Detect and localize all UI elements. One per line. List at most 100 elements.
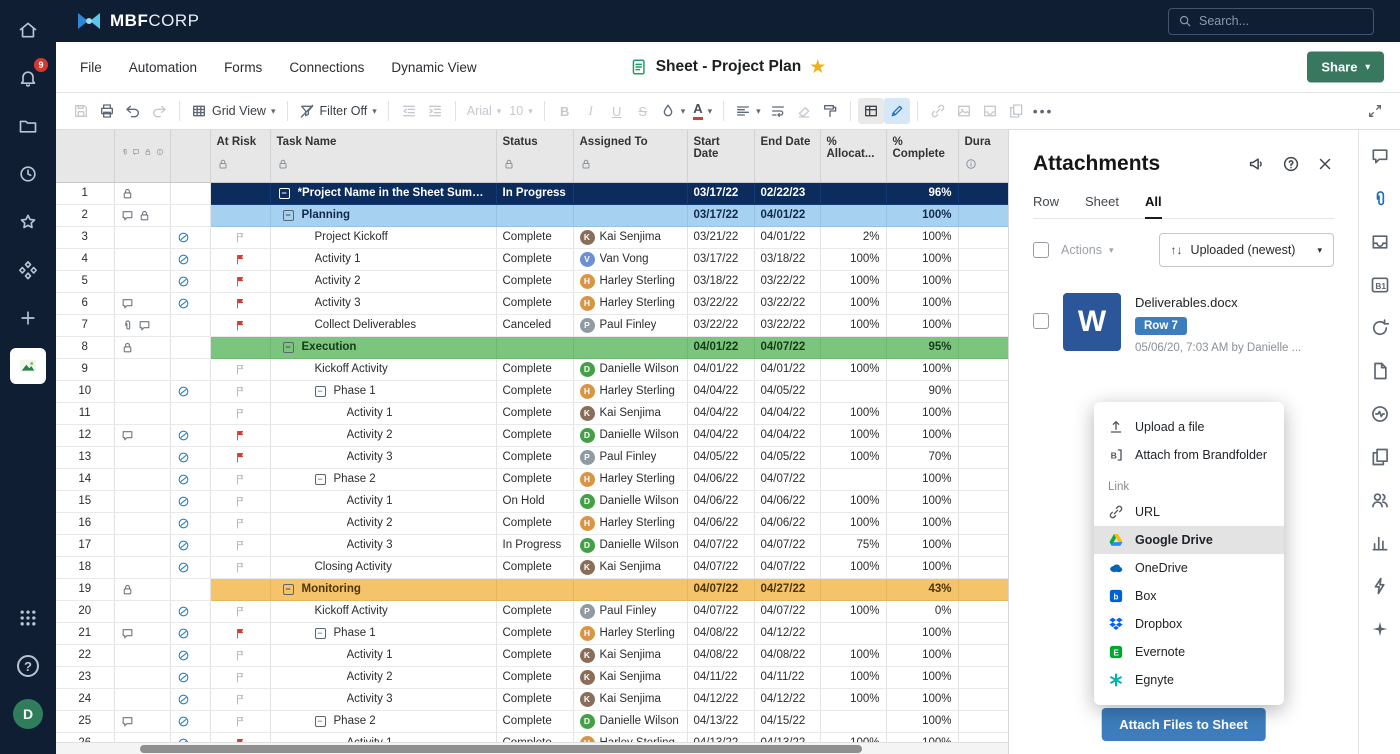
row-indicators-cell[interactable] bbox=[114, 490, 170, 512]
duration-cell[interactable] bbox=[958, 534, 1008, 556]
end-date-cell[interactable]: 04/27/22 bbox=[754, 578, 820, 600]
column-header-assigned-to[interactable]: Assigned To bbox=[573, 130, 687, 182]
start-date-cell[interactable]: 03/21/22 bbox=[687, 226, 754, 248]
row-indicators-cell[interactable] bbox=[114, 556, 170, 578]
duration-cell[interactable] bbox=[958, 556, 1008, 578]
underline-button[interactable]: U bbox=[604, 98, 630, 124]
allocation-cell[interactable]: 100% bbox=[820, 688, 886, 710]
duration-cell[interactable] bbox=[958, 644, 1008, 666]
menu-item-google-drive[interactable]: Google Drive bbox=[1094, 526, 1284, 554]
allocation-cell[interactable]: 100% bbox=[820, 490, 886, 512]
at-risk-cell[interactable] bbox=[210, 644, 270, 666]
allocation-cell[interactable] bbox=[820, 622, 886, 644]
allocation-cell[interactable]: 100% bbox=[820, 556, 886, 578]
column-header-dura[interactable]: Dura bbox=[958, 130, 1008, 182]
row-number[interactable]: 16 bbox=[56, 512, 114, 534]
assigned-to-cell[interactable] bbox=[573, 578, 687, 600]
at-risk-cell[interactable] bbox=[210, 248, 270, 270]
complete-cell[interactable]: 100% bbox=[886, 468, 958, 490]
status-cell[interactable]: Complete bbox=[496, 424, 573, 446]
tab-row[interactable]: Row bbox=[1033, 194, 1059, 218]
status-cell[interactable]: Complete bbox=[496, 358, 573, 380]
row-indicators-cell[interactable] bbox=[114, 534, 170, 556]
complete-cell[interactable]: 100% bbox=[886, 424, 958, 446]
complete-cell[interactable]: 100% bbox=[886, 248, 958, 270]
start-date-cell[interactable]: 04/07/22 bbox=[687, 556, 754, 578]
at-risk-cell[interactable] bbox=[210, 600, 270, 622]
proof-cell[interactable] bbox=[170, 248, 210, 270]
task-name-cell[interactable]: Closing Activity bbox=[270, 556, 496, 578]
at-risk-cell[interactable] bbox=[210, 182, 270, 204]
proof-cell[interactable] bbox=[170, 336, 210, 358]
start-date-cell[interactable]: 03/17/22 bbox=[687, 248, 754, 270]
start-date-cell[interactable]: 04/07/22 bbox=[687, 534, 754, 556]
proof-cell[interactable] bbox=[170, 380, 210, 402]
clear-format-button[interactable] bbox=[791, 98, 817, 124]
outdent-button[interactable] bbox=[396, 98, 422, 124]
end-date-cell[interactable]: 04/12/22 bbox=[754, 688, 820, 710]
more-options-button[interactable]: ••• bbox=[1029, 98, 1058, 124]
allocation-cell[interactable] bbox=[820, 182, 886, 204]
row-indicators-cell[interactable] bbox=[114, 512, 170, 534]
fill-color-button[interactable]: ▾ bbox=[656, 98, 690, 124]
row-indicators-header[interactable] bbox=[114, 130, 170, 182]
row-number[interactable]: 3 bbox=[56, 226, 114, 248]
sidebar-item-favorites[interactable] bbox=[10, 204, 46, 240]
at-risk-cell[interactable] bbox=[210, 314, 270, 336]
complete-cell[interactable]: 100% bbox=[886, 688, 958, 710]
at-risk-cell[interactable] bbox=[210, 380, 270, 402]
assigned-to-cell[interactable]: HHarley Sterling bbox=[573, 292, 687, 314]
attachment-filename[interactable]: Deliverables.docx bbox=[1135, 295, 1301, 310]
start-date-cell[interactable]: 04/04/22 bbox=[687, 402, 754, 424]
end-date-cell[interactable]: 02/22/23 bbox=[754, 182, 820, 204]
row-number[interactable]: 24 bbox=[56, 688, 114, 710]
row-indicators-cell[interactable] bbox=[114, 336, 170, 358]
task-name-cell[interactable]: Activity 2 bbox=[270, 666, 496, 688]
end-date-cell[interactable]: 04/07/22 bbox=[754, 534, 820, 556]
end-date-cell[interactable]: 03/22/22 bbox=[754, 292, 820, 314]
menu-connections[interactable]: Connections bbox=[289, 60, 364, 75]
column-header-at-risk[interactable]: At Risk bbox=[210, 130, 270, 182]
collapse-toggle[interactable]: − bbox=[315, 386, 326, 397]
row-indicators-cell[interactable] bbox=[114, 600, 170, 622]
row-indicators-cell[interactable] bbox=[114, 644, 170, 666]
end-date-cell[interactable]: 04/11/22 bbox=[754, 666, 820, 688]
task-name-cell[interactable]: Activity 1 bbox=[270, 644, 496, 666]
end-date-cell[interactable]: 04/01/22 bbox=[754, 358, 820, 380]
row-indicators-cell[interactable] bbox=[114, 468, 170, 490]
row-indicators-cell[interactable] bbox=[114, 622, 170, 644]
complete-cell[interactable]: 100% bbox=[886, 710, 958, 732]
row-indicators-cell[interactable] bbox=[114, 358, 170, 380]
menu-item-dropbox[interactable]: Dropbox bbox=[1094, 610, 1284, 638]
row-number[interactable]: 4 bbox=[56, 248, 114, 270]
end-date-cell[interactable]: 03/22/22 bbox=[754, 270, 820, 292]
collapse-toggle[interactable]: − bbox=[315, 474, 326, 485]
row-number[interactable]: 11 bbox=[56, 402, 114, 424]
end-date-cell[interactable]: 03/18/22 bbox=[754, 248, 820, 270]
proof-cell[interactable] bbox=[170, 710, 210, 732]
complete-cell[interactable]: 100% bbox=[886, 402, 958, 424]
task-name-cell[interactable]: Activity 1 bbox=[270, 402, 496, 424]
start-date-cell[interactable]: 03/18/22 bbox=[687, 270, 754, 292]
at-risk-cell[interactable] bbox=[210, 688, 270, 710]
start-date-cell[interactable]: 04/01/22 bbox=[687, 336, 754, 358]
row-number[interactable]: 22 bbox=[56, 644, 114, 666]
row-indicators-cell[interactable] bbox=[114, 204, 170, 226]
proof-cell[interactable] bbox=[170, 358, 210, 380]
end-date-cell[interactable]: 04/07/22 bbox=[754, 336, 820, 358]
row-indicators-cell[interactable] bbox=[114, 182, 170, 204]
row-number[interactable]: 18 bbox=[56, 556, 114, 578]
task-name-cell[interactable]: Activity 3 bbox=[270, 292, 496, 314]
at-risk-cell[interactable] bbox=[210, 556, 270, 578]
collapse-toggle[interactable]: − bbox=[315, 716, 326, 727]
end-date-cell[interactable]: 04/04/22 bbox=[754, 402, 820, 424]
print-button[interactable] bbox=[94, 98, 120, 124]
start-date-cell[interactable]: 04/11/22 bbox=[687, 666, 754, 688]
duration-cell[interactable] bbox=[958, 666, 1008, 688]
status-cell[interactable]: Complete bbox=[496, 512, 573, 534]
sidebar-item-browse[interactable] bbox=[10, 252, 46, 288]
duration-cell[interactable] bbox=[958, 204, 1008, 226]
font-family-select[interactable]: Arial▾ bbox=[463, 98, 506, 124]
allocation-cell[interactable]: 2% bbox=[820, 226, 886, 248]
start-date-cell[interactable]: 03/17/22 bbox=[687, 182, 754, 204]
